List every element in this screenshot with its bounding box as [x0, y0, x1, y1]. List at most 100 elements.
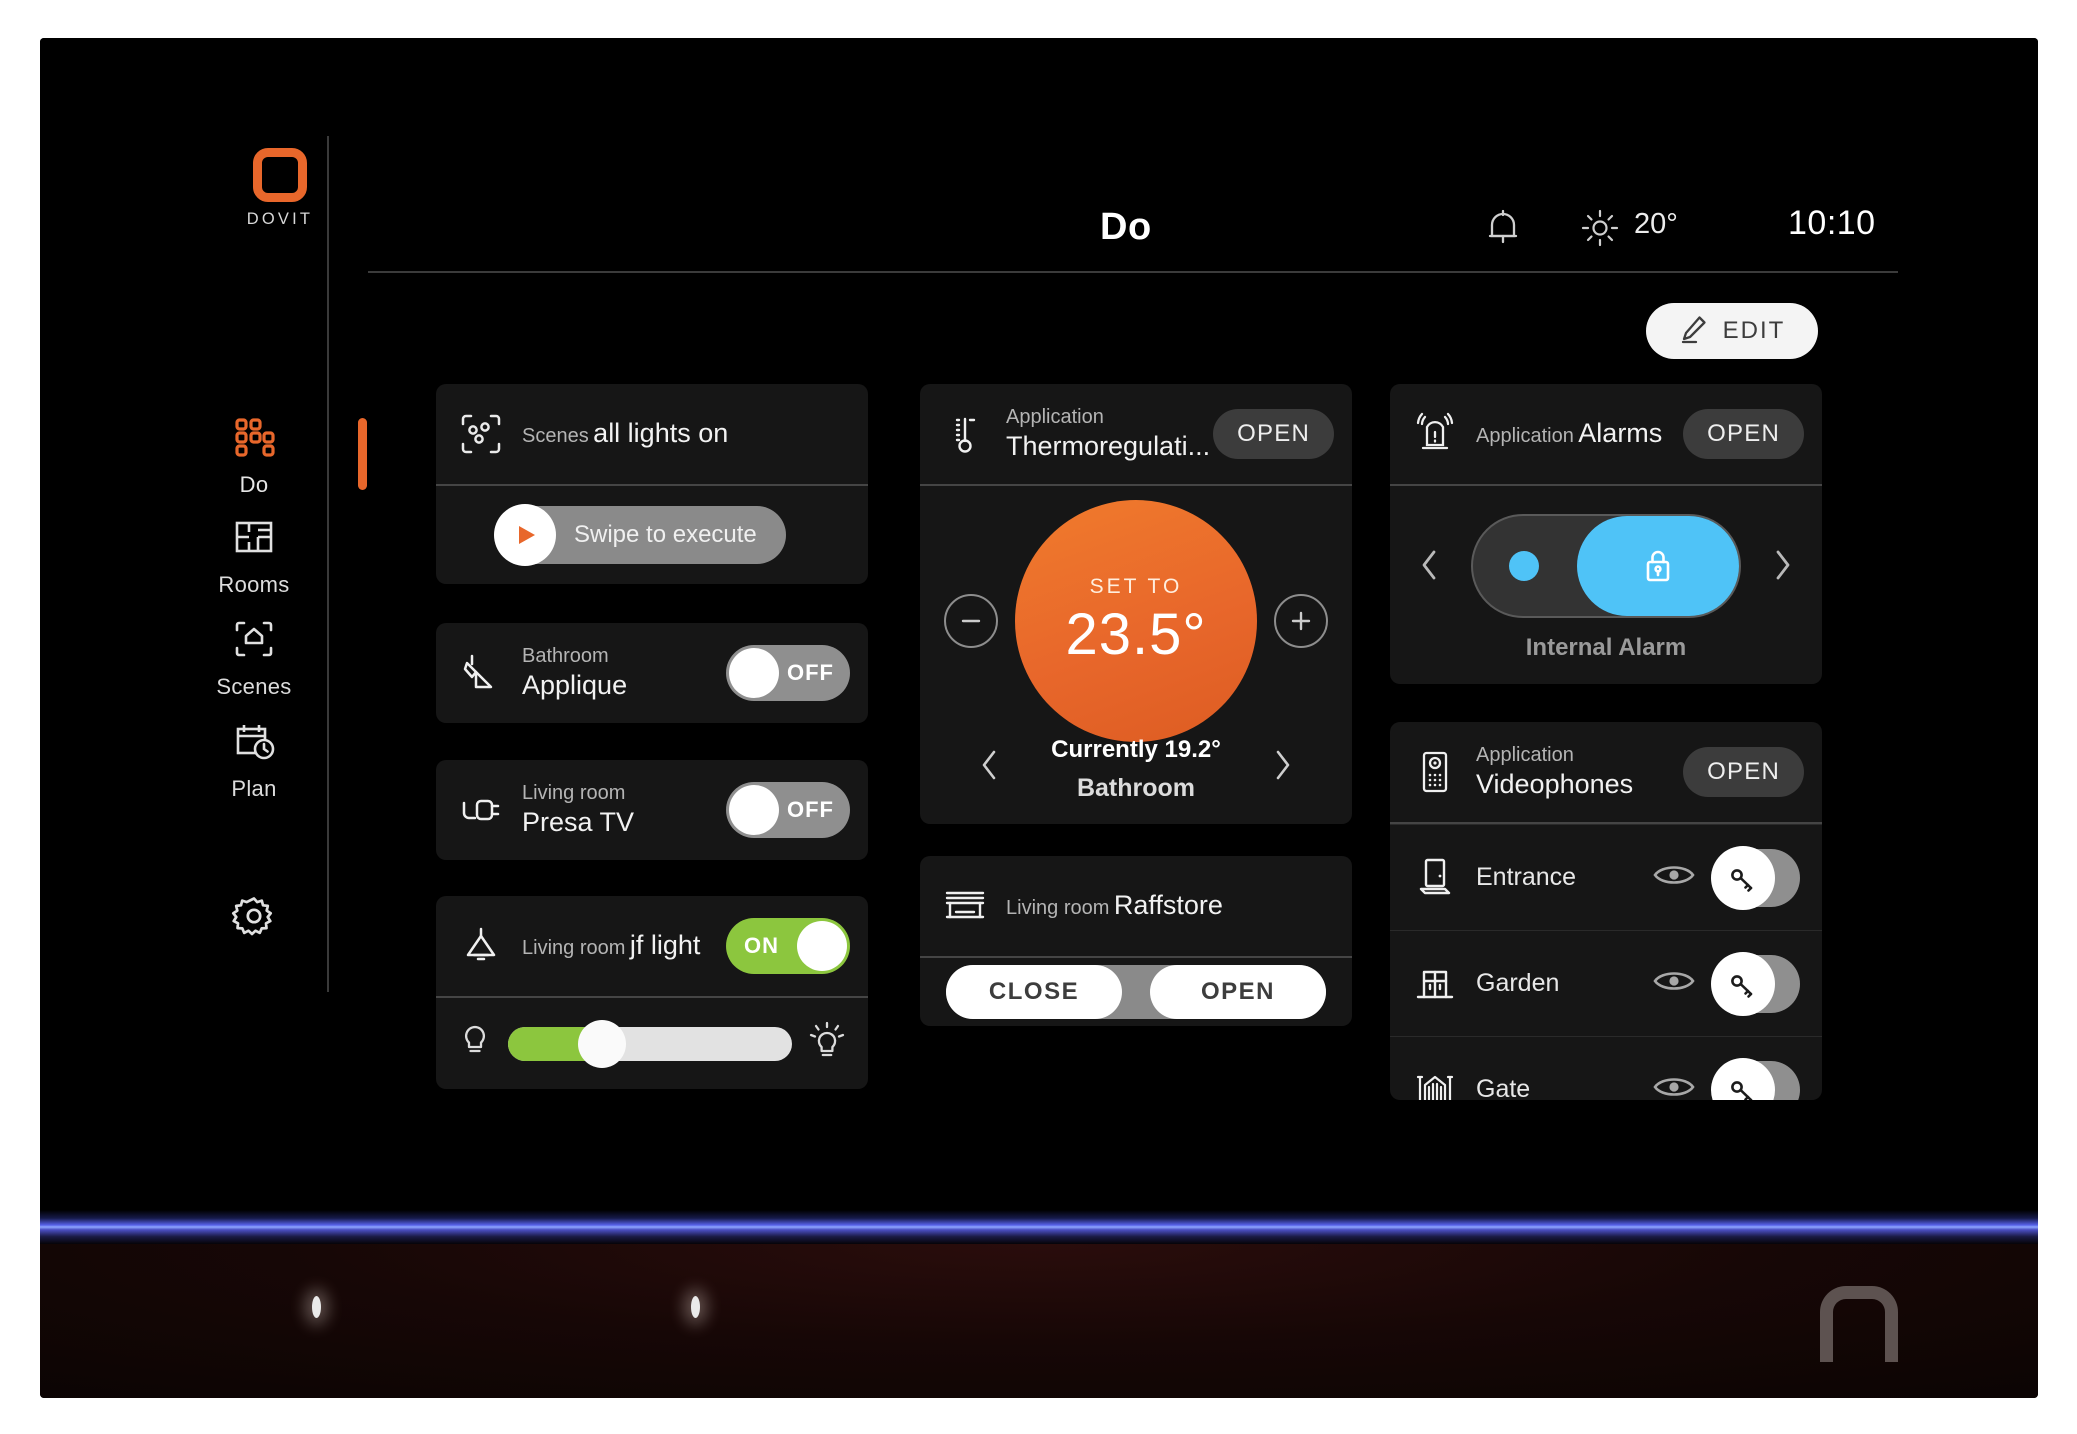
videophones-card-titles: Application Videophones: [1476, 743, 1665, 802]
play-icon[interactable]: [494, 504, 556, 566]
jflight-dimmer-knob[interactable]: [577, 1019, 626, 1068]
eye-icon[interactable]: [1652, 967, 1696, 1000]
card-scene-all-lights-on[interactable]: Scenes all lights on Swipe to execute: [436, 384, 868, 584]
ambient-light-strip: [40, 1210, 2038, 1244]
videophone-row-garden[interactable]: Garden: [1390, 930, 1822, 1036]
scene-card-subtitle: Scenes: [522, 425, 589, 448]
presa-card-titles: Living room Presa TV: [522, 781, 708, 840]
door-icon: [1412, 856, 1458, 900]
thermo-card-titles: Application Thermoregulati...: [1006, 405, 1210, 464]
presa-card-header: Living room Presa TV OFF: [436, 760, 868, 860]
videophone-name-entrance: Entrance: [1476, 863, 1577, 891]
bezel-led-left: [312, 1296, 321, 1318]
sidebar-label-plan: Plan: [231, 776, 277, 801]
thermometer-icon: [942, 411, 988, 457]
sidebar-item-rooms[interactable]: Rooms: [180, 516, 328, 598]
thermostat-setpoint: 23.5°: [1065, 601, 1207, 667]
alarms-open-button[interactable]: OPEN: [1683, 409, 1804, 459]
thermostat-control: SET TO 23.5° Currently 19.2° Bathroom: [920, 486, 1352, 824]
sidebar-label-rooms: Rooms: [218, 572, 290, 597]
dovit-logo: DOVIT: [228, 148, 332, 229]
raffstore-card-name: Raffstore: [1113, 890, 1223, 921]
calendar-clock-icon: [180, 720, 328, 766]
dovit-logo-text: DOVIT: [246, 210, 314, 228]
card-application-thermoregulation[interactable]: Application Thermoregulati... OPEN SET T…: [920, 384, 1352, 824]
blind-icon: [942, 886, 988, 926]
thermostat-dial[interactable]: SET TO 23.5°: [1015, 500, 1257, 742]
lock-icon[interactable]: [1577, 516, 1739, 616]
key-icon: [1711, 951, 1775, 1016]
card-light-jf-light[interactable]: Living room jf light ON: [436, 896, 868, 1089]
videophone-unlock-gate[interactable]: [1711, 1057, 1800, 1100]
sidebar-active-indicator: [358, 418, 367, 490]
sidebar-item-plan[interactable]: Plan: [180, 720, 328, 802]
presa-toggle[interactable]: OFF: [726, 782, 850, 838]
raffstore-controls: CLOSE OPEN: [920, 958, 1352, 1026]
scene-card-name: all lights on: [593, 418, 729, 449]
edit-button[interactable]: EDIT: [1646, 303, 1818, 359]
plus-circle-icon[interactable]: [1274, 594, 1328, 648]
jflight-dimmer-slider[interactable]: [508, 1019, 792, 1068]
device-bezel: [40, 1244, 2038, 1398]
fence-gate-icon: [1412, 1069, 1458, 1100]
raffstore-button-group: CLOSE OPEN: [946, 965, 1326, 1019]
key-icon: [1711, 1057, 1775, 1100]
alarm-control: Internal Alarm: [1390, 486, 1822, 684]
bulb-dim-icon: [458, 1022, 492, 1065]
jflight-card-header: Living room jf light ON: [436, 896, 868, 996]
internal-alarm-toggle[interactable]: [1471, 514, 1741, 618]
eye-icon[interactable]: [1652, 1073, 1696, 1100]
raffstore-open-button[interactable]: OPEN: [1150, 965, 1326, 1019]
videophone-row-gate[interactable]: Gate: [1390, 1036, 1822, 1100]
sidebar-label-scenes: Scenes: [216, 674, 292, 699]
thermostat-set-label: SET TO: [1089, 574, 1183, 598]
sidebar-item-settings[interactable]: [180, 893, 328, 939]
chevron-right-icon[interactable]: [1772, 548, 1794, 587]
siren-icon: [1412, 411, 1458, 457]
swipe-label: Swipe to execute: [574, 521, 757, 548]
videophone-unlock-entrance[interactable]: [1711, 845, 1800, 910]
card-light-applique[interactable]: Bathroom Applique OFF: [436, 623, 868, 723]
card-application-alarms[interactable]: Application Alarms OPEN Internal Alarm: [1390, 384, 1822, 684]
home-frame-icon: [180, 618, 328, 664]
sidebar-item-do[interactable]: Do: [180, 416, 328, 498]
sidebar-item-scenes[interactable]: Scenes: [180, 618, 328, 700]
bezel-led-right: [691, 1296, 700, 1318]
raffstore-close-button[interactable]: CLOSE: [946, 965, 1122, 1019]
intercom-icon: [1412, 749, 1458, 795]
videophones-card-header: Application Videophones OPEN: [1390, 722, 1822, 822]
plug-icon: [458, 787, 504, 833]
videophone-name-garden: Garden: [1476, 969, 1560, 997]
page-title: Do: [1100, 206, 1152, 248]
applique-toggle[interactable]: OFF: [726, 645, 850, 701]
gear-icon: [180, 893, 328, 939]
presa-card-name: Presa TV: [522, 806, 635, 837]
jflight-toggle-knob: [797, 921, 847, 971]
scene-swipe-row: Swipe to execute: [436, 486, 868, 584]
alarms-card-subtitle: Application: [1476, 425, 1574, 448]
minus-circle-icon[interactable]: [944, 594, 998, 648]
swipe-to-execute-slider[interactable]: Swipe to execute: [494, 504, 786, 566]
card-socket-presa-tv[interactable]: Living room Presa TV OFF: [436, 760, 868, 860]
edit-button-label: EDIT: [1722, 317, 1786, 344]
wall-lamp-icon: [458, 650, 504, 696]
presa-toggle-state: OFF: [787, 797, 834, 822]
card-blind-raffstore[interactable]: Living room Raffstore CLOSE OPEN: [920, 856, 1352, 1026]
bell-icon[interactable]: [1484, 206, 1522, 253]
jflight-card-name: jf light: [629, 930, 701, 961]
scene-card-titles: Scenes all lights on: [522, 417, 850, 451]
thermo-card-header: Application Thermoregulati... OPEN: [920, 384, 1352, 484]
thermo-open-button[interactable]: OPEN: [1213, 409, 1334, 459]
jflight-toggle[interactable]: ON: [726, 918, 850, 974]
chevron-left-icon[interactable]: [1418, 548, 1440, 587]
eye-icon[interactable]: [1652, 861, 1696, 894]
raffstore-card-subtitle: Living room: [1006, 897, 1110, 920]
card-application-videophones[interactable]: Application Videophones OPEN Entrance Ga…: [1390, 722, 1822, 1100]
jflight-card-titles: Living room jf light: [522, 929, 708, 963]
applique-card-header: Bathroom Applique OFF: [436, 623, 868, 723]
videophone-row-entrance[interactable]: Entrance: [1390, 824, 1822, 930]
videophone-unlock-garden[interactable]: [1711, 951, 1800, 1016]
thermostat-current-temp: Currently 19.2°: [1051, 736, 1221, 763]
outdoor-temperature: 20°: [1634, 208, 1678, 240]
videophones-open-button[interactable]: OPEN: [1683, 747, 1804, 797]
